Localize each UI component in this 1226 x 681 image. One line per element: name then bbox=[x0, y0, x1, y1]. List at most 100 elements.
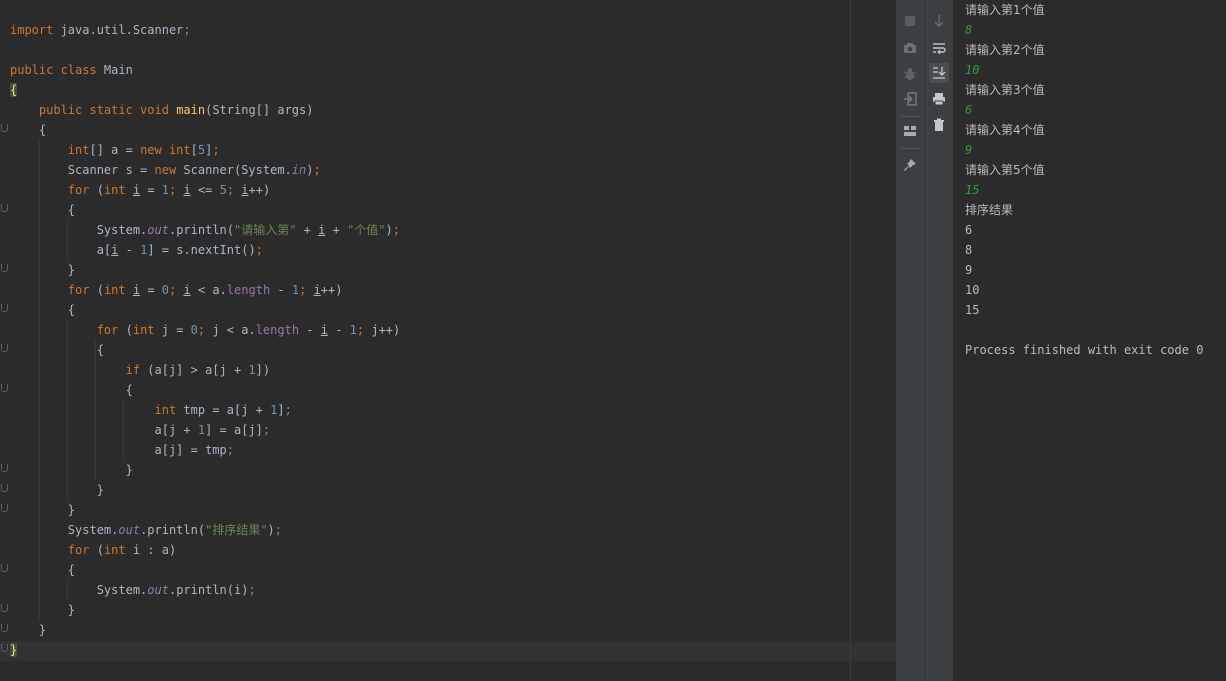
camera-button[interactable] bbox=[900, 38, 920, 58]
code-token: ; bbox=[313, 163, 321, 177]
code-line[interactable]: { bbox=[10, 340, 104, 360]
code-line[interactable]: } bbox=[10, 620, 46, 640]
fold-marker-icon[interactable] bbox=[0, 623, 8, 635]
code-line[interactable]: { bbox=[10, 380, 133, 400]
code-line[interactable]: { bbox=[10, 120, 46, 140]
code-token: out bbox=[147, 223, 169, 237]
soft-wrap-button[interactable] bbox=[929, 38, 949, 58]
layout-button[interactable] bbox=[900, 121, 920, 141]
code-token: } bbox=[10, 503, 76, 517]
code-line[interactable]: a[i - 1] = s.nextInt(); bbox=[10, 240, 263, 260]
code-line[interactable]: a[j] = tmp; bbox=[10, 440, 234, 460]
scroll-to-end-button[interactable] bbox=[929, 63, 949, 83]
code-token: length bbox=[255, 323, 300, 337]
code-line[interactable]: if (a[j] > a[j + 1]) bbox=[10, 360, 271, 380]
fold-marker-icon[interactable] bbox=[0, 503, 8, 515]
code-token: i bbox=[320, 323, 328, 337]
code-token: .println( bbox=[140, 523, 206, 537]
console-input-line: 6 bbox=[965, 103, 973, 117]
stop-icon bbox=[904, 15, 916, 27]
console-output-line: 9 bbox=[965, 263, 973, 277]
fold-marker-icon[interactable] bbox=[0, 483, 8, 495]
fold-marker-icon[interactable] bbox=[0, 263, 8, 275]
code-line[interactable]: } bbox=[10, 460, 133, 480]
pin-button[interactable] bbox=[900, 155, 920, 175]
fold-marker-icon[interactable] bbox=[0, 203, 8, 215]
login-button[interactable] bbox=[900, 89, 920, 109]
fold-marker-icon[interactable] bbox=[0, 463, 8, 475]
run-console[interactable]: 请输入第1个值 8 请输入第2个值 10 请输入第3个值 6 请输入第4个值 9 请输入第5个值… bbox=[954, 0, 1226, 681]
code-line[interactable]: int tmp = a[j + 1]; bbox=[10, 400, 292, 420]
code-line[interactable]: { bbox=[10, 80, 18, 100]
code-token: ] bbox=[277, 403, 285, 417]
code-line[interactable]: public static void main(String[] args) bbox=[10, 100, 314, 120]
trash-button[interactable] bbox=[929, 115, 949, 135]
code-token: i bbox=[183, 283, 191, 297]
code-line[interactable]: for (int j = 0; j < a.length - i - 1; j+… bbox=[10, 320, 401, 340]
code-line[interactable]: a[j + 1] = a[j]; bbox=[10, 420, 270, 440]
code-line[interactable]: int[] a = new int[5]; bbox=[10, 140, 220, 160]
code-line[interactable]: System.out.println(i); bbox=[10, 580, 256, 600]
code-token: import bbox=[10, 23, 54, 37]
code-token: - bbox=[270, 283, 292, 297]
code-line[interactable]: { bbox=[10, 560, 75, 580]
code-token: } bbox=[10, 603, 76, 617]
code-line[interactable]: public class Main bbox=[10, 60, 133, 80]
code-token: j = bbox=[154, 323, 191, 337]
code-token: ++) bbox=[320, 283, 343, 297]
code-line[interactable]: import java.util.Scanner; bbox=[10, 20, 191, 40]
code-token: { bbox=[10, 83, 18, 97]
bug-button[interactable] bbox=[900, 64, 920, 84]
code-token: out bbox=[118, 523, 141, 537]
code-token: Scanner(System. bbox=[176, 163, 292, 177]
code-line[interactable]: } bbox=[10, 260, 75, 280]
code-line[interactable]: System.out.println("请输入第" + i + "个值"); bbox=[10, 220, 400, 240]
code-token: "排序结果" bbox=[205, 523, 268, 537]
fold-marker-icon[interactable] bbox=[0, 123, 8, 135]
fold-marker-icon[interactable] bbox=[0, 643, 8, 655]
code-token: a[j] = tmp bbox=[10, 443, 227, 457]
code-token: i bbox=[132, 183, 141, 197]
code-token: Scanner s = bbox=[10, 163, 155, 177]
code-token: ] = a[j] bbox=[205, 423, 263, 437]
fold-marker-icon[interactable] bbox=[0, 383, 8, 395]
code-line[interactable]: Scanner s = new Scanner(System.in); bbox=[10, 160, 321, 180]
layout-icon bbox=[903, 125, 917, 137]
code-editor[interactable]: import java.util.Scanner; public class Ma… bbox=[0, 0, 896, 681]
code-token: for bbox=[67, 183, 90, 197]
code-line[interactable]: } bbox=[10, 600, 75, 620]
console-output-line: 6 bbox=[965, 223, 973, 237]
code-token: [ bbox=[190, 143, 198, 157]
code-token: int bbox=[67, 143, 90, 157]
code-token: System. bbox=[10, 583, 148, 597]
code-line[interactable]: System.out.println("排序结果"); bbox=[10, 520, 282, 540]
code-line[interactable]: } bbox=[10, 480, 104, 500]
code-token: <= bbox=[190, 183, 220, 197]
code-token: ; bbox=[248, 583, 256, 597]
code-token: + bbox=[325, 223, 348, 237]
fold-marker-icon[interactable] bbox=[0, 603, 8, 615]
code-token: - bbox=[299, 323, 321, 337]
code-line[interactable]: { bbox=[10, 200, 75, 220]
code-token: < a. bbox=[190, 283, 227, 297]
stop-button[interactable] bbox=[900, 11, 920, 31]
fold-marker-icon[interactable] bbox=[0, 563, 8, 575]
code-line[interactable]: } bbox=[10, 500, 75, 520]
fold-marker-icon[interactable] bbox=[0, 343, 8, 355]
print-button[interactable] bbox=[929, 89, 949, 109]
current-line-highlight bbox=[0, 641, 896, 661]
code-line[interactable]: for (int i = 1; i <= 5; i++) bbox=[10, 180, 270, 200]
arrow-down-button[interactable] bbox=[929, 11, 949, 31]
code-line[interactable]: { bbox=[10, 300, 75, 320]
code-token: for bbox=[67, 543, 90, 557]
code-token: 1 bbox=[197, 423, 206, 437]
code-line[interactable]: for (int i = 0; i < a.length - 1; i++) bbox=[10, 280, 343, 300]
code-token: 5 bbox=[219, 183, 227, 197]
fold-marker-icon[interactable] bbox=[0, 303, 8, 315]
code-token: ) bbox=[267, 523, 275, 537]
code-line[interactable]: } bbox=[10, 640, 18, 660]
code-line[interactable]: for (int i : a) bbox=[10, 540, 176, 560]
